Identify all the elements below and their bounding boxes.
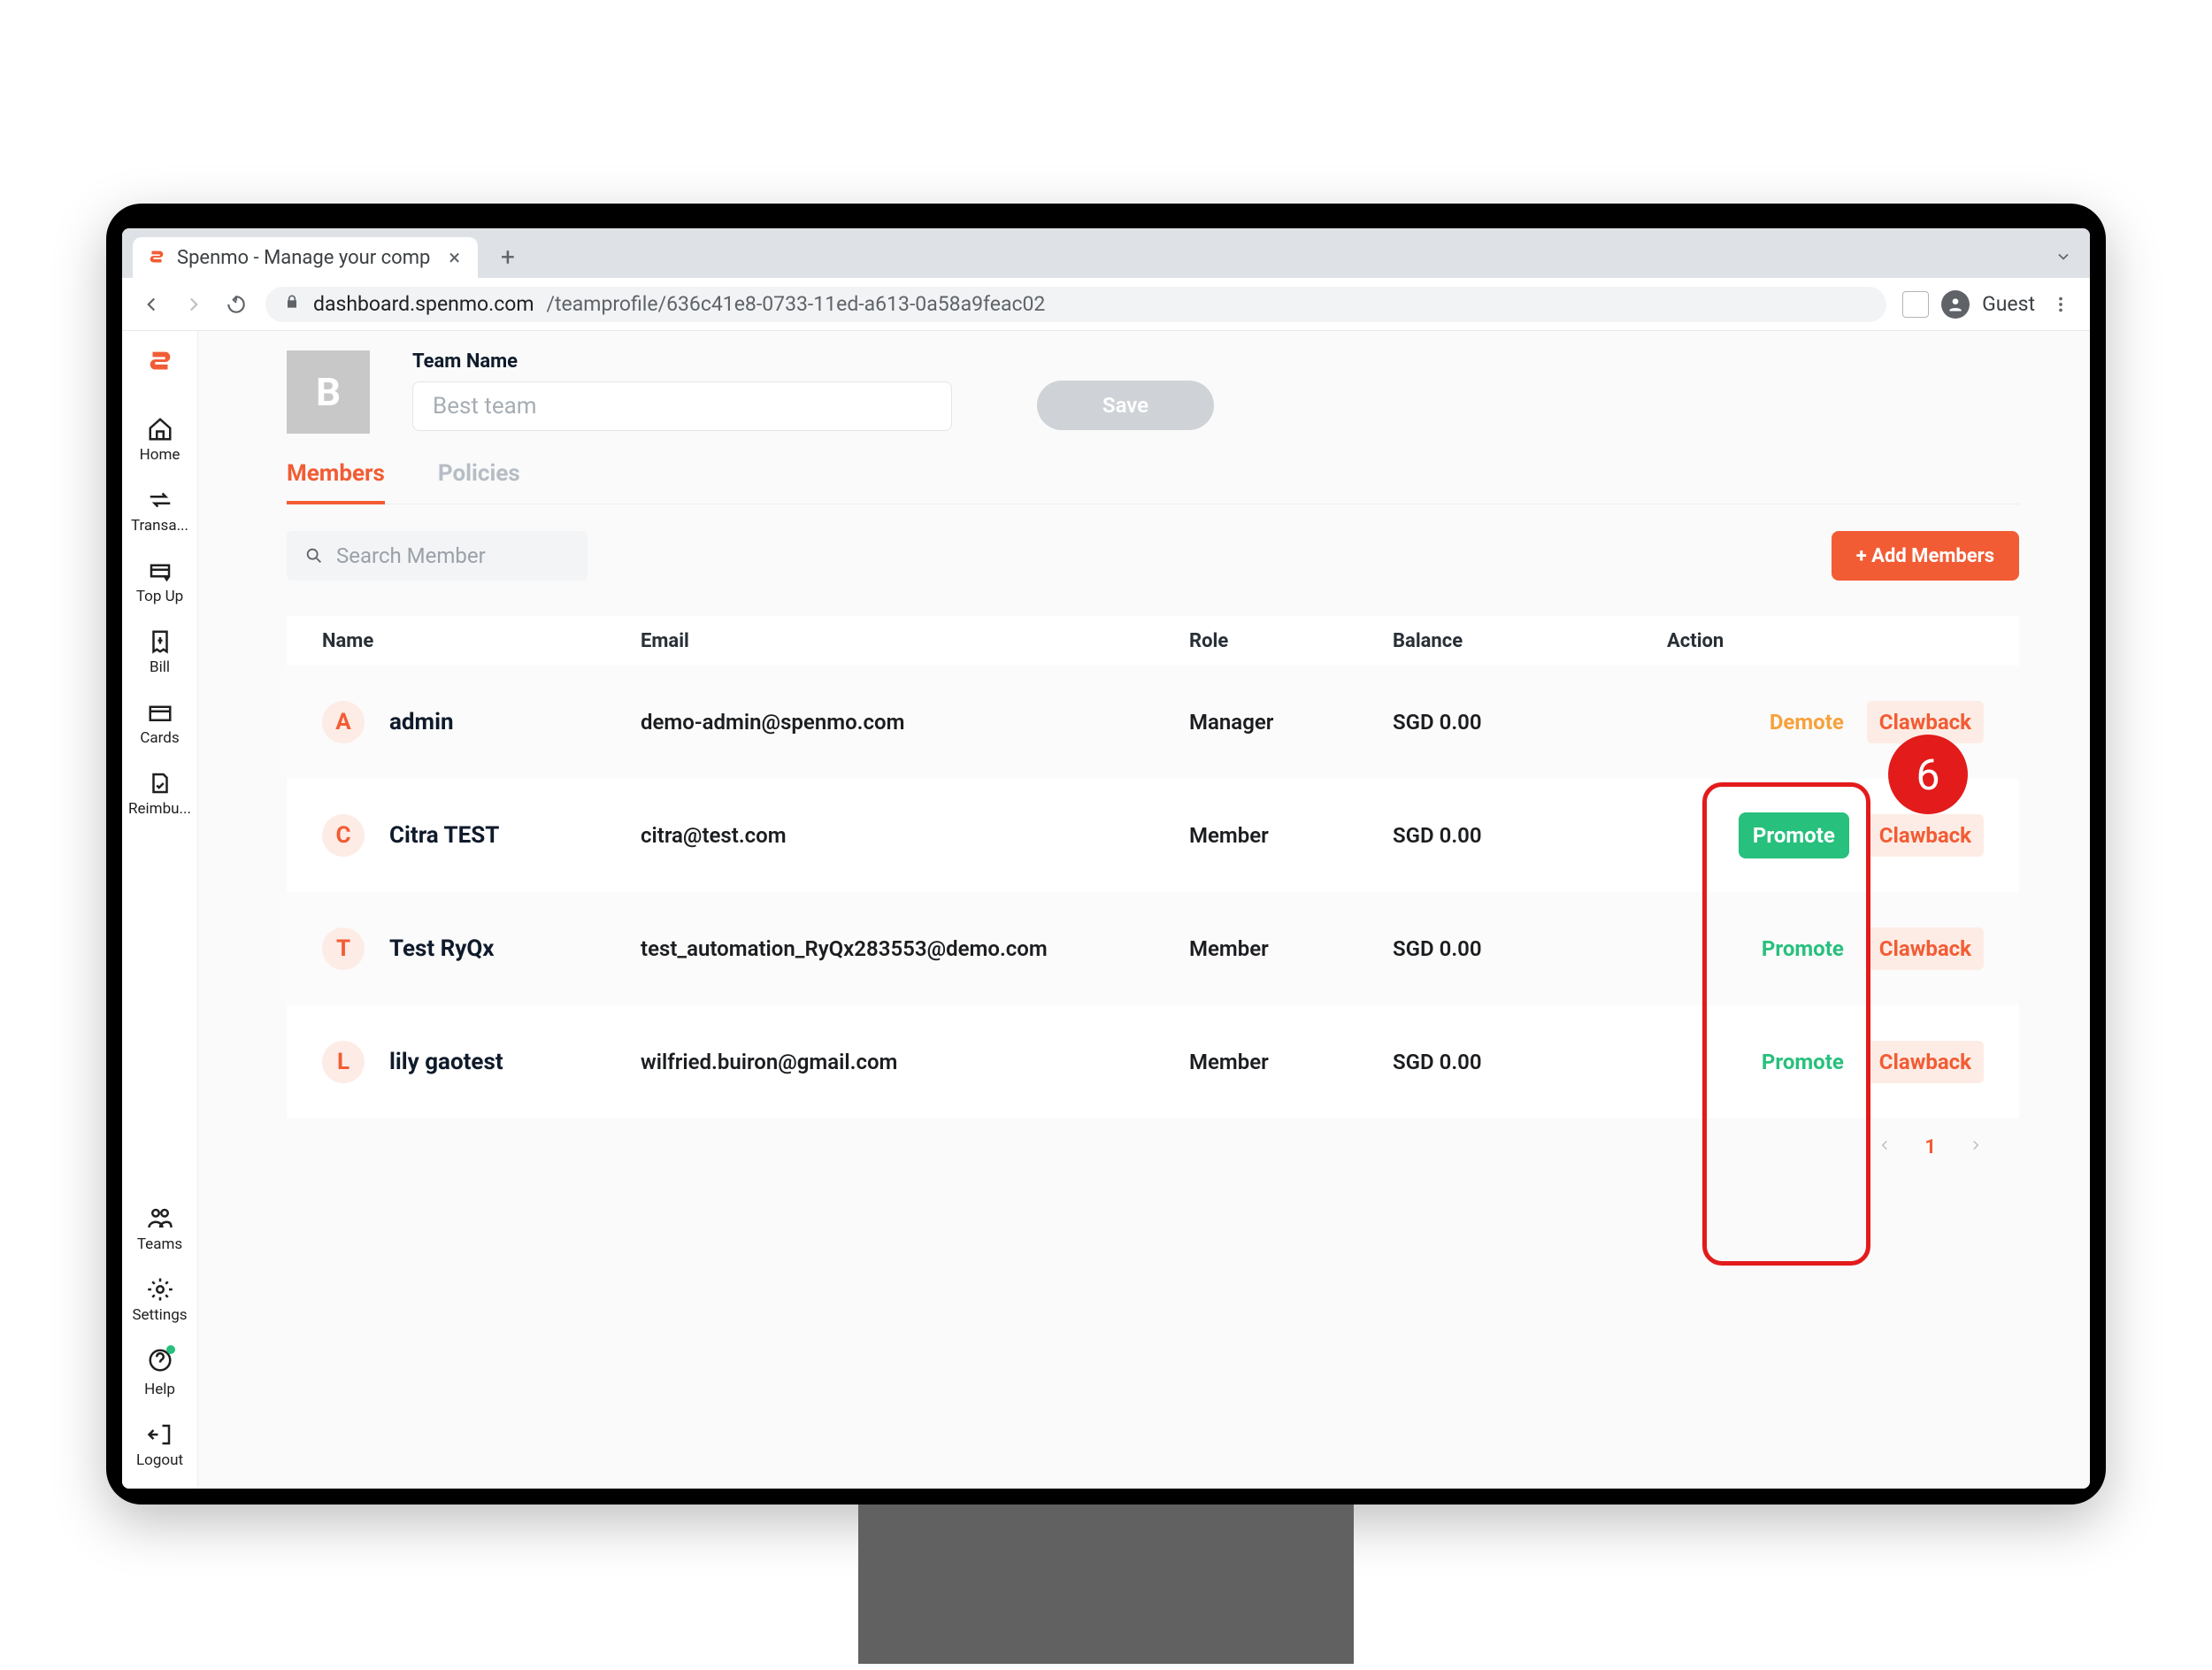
url-host: dashboard.spenmo.com <box>313 292 534 316</box>
team-name-label: Team Name <box>412 350 952 373</box>
search-member-input[interactable]: Search Member <box>287 531 588 581</box>
browser-tab[interactable]: Spenmo - Manage your compa × <box>133 237 478 278</box>
demote-button[interactable]: Demote <box>1764 701 1849 743</box>
sidebar-item-home[interactable]: Home <box>125 416 196 464</box>
sidebar-item-settings[interactable]: Settings <box>125 1276 196 1324</box>
sidebar-item-cards[interactable]: Cards <box>125 699 196 747</box>
promote-button[interactable]: Promote <box>1756 1041 1849 1083</box>
table-row: T Test RyQx test_automation_RyQx283553@dem… <box>287 892 2019 1005</box>
back-icon[interactable] <box>138 291 165 318</box>
col-balance: Balance <box>1393 630 1658 652</box>
clawback-button[interactable]: Clawback <box>1867 814 1984 857</box>
member-avatar: T <box>322 927 365 970</box>
clawback-button[interactable]: Clawback <box>1867 1041 1984 1083</box>
member-balance: SGD 0.00 <box>1393 823 1658 848</box>
spenmo-favicon-icon <box>147 248 166 267</box>
search-icon <box>304 546 324 566</box>
tab-members[interactable]: Members <box>287 460 385 504</box>
search-placeholder: Search Member <box>336 543 486 568</box>
app-sidebar: Home Transa... Top Up Bill <box>122 331 198 1489</box>
sidebar-item-help[interactable]: Help <box>125 1347 196 1398</box>
member-email: citra@test.com <box>641 823 1189 848</box>
sidebar-item-teams[interactable]: Teams <box>125 1205 196 1253</box>
clawback-button[interactable]: Clawback <box>1867 927 1984 970</box>
promote-button[interactable]: Promote <box>1739 812 1849 858</box>
monitor-stand <box>858 1505 1354 1664</box>
pager-prev-icon[interactable] <box>1877 1136 1893 1158</box>
member-balance: SGD 0.00 <box>1393 710 1658 735</box>
member-name: Citra TEST <box>389 822 499 849</box>
member-name: Test RyQx <box>389 935 495 962</box>
members-table: Name Email Role Balance Action Aadmin dem… <box>287 616 2019 1119</box>
sidebar-item-topup[interactable]: Top Up <box>125 558 196 605</box>
pager-next-icon[interactable] <box>1968 1136 1984 1158</box>
new-tab-button[interactable]: + <box>492 241 524 273</box>
lock-icon <box>283 292 301 316</box>
sidebar-item-bill[interactable]: Bill <box>125 628 196 676</box>
table-row: C Citra TEST citra@test.comMemberSGD 0.00 P… <box>287 779 2019 892</box>
save-button[interactable]: Save <box>1037 381 1214 430</box>
member-role: Member <box>1189 823 1393 848</box>
member-avatar: A <box>322 701 365 743</box>
close-icon[interactable]: × <box>449 245 460 270</box>
pager-current: 1 <box>1924 1136 1936 1158</box>
member-name: lily gaotest <box>389 1049 503 1075</box>
member-balance: SGD 0.00 <box>1393 1050 1658 1074</box>
browser-tab-strip: Spenmo - Manage your compa × + <box>122 228 2090 278</box>
add-members-button[interactable]: + Add Members <box>1832 531 2019 581</box>
kebab-menu-icon[interactable] <box>2047 291 2074 318</box>
tab-policies[interactable]: Policies <box>438 460 520 504</box>
spenmo-logo-icon[interactable] <box>145 347 175 381</box>
member-role: Manager <box>1189 710 1393 735</box>
col-email: Email <box>641 630 1189 652</box>
browser-address-bar: dashboard.spenmo.com/teamprofile/636c41e… <box>122 278 2090 331</box>
main-content: B Team Name Save Members Policies <box>198 331 2090 1489</box>
member-email: demo-admin@spenmo.com <box>641 710 1189 735</box>
chevron-down-icon[interactable] <box>2047 241 2079 273</box>
member-role: Member <box>1189 1050 1393 1074</box>
promote-button[interactable]: Promote <box>1756 927 1849 970</box>
member-email: test_automation_RyQx283553@demo.com <box>641 936 1189 961</box>
forward-icon[interactable] <box>180 291 207 318</box>
col-action: Action <box>1658 630 1984 652</box>
member-role: Member <box>1189 936 1393 961</box>
member-balance: SGD 0.00 <box>1393 936 1658 961</box>
member-avatar: L <box>322 1041 365 1083</box>
url-path: /teamprofile/636c41e8-0733-11ed-a613-0a5… <box>547 292 1046 316</box>
member-name: admin <box>389 709 454 735</box>
browser-tab-title: Spenmo - Manage your compa <box>177 247 431 269</box>
profile-avatar-icon[interactable] <box>1941 290 1970 319</box>
col-name: Name <box>322 630 641 652</box>
team-avatar: B <box>287 350 370 434</box>
member-avatar: C <box>322 814 365 857</box>
sidebar-item-logout[interactable]: Logout <box>125 1421 196 1469</box>
table-row: Aadmin demo-admin@spenmo.comManagerSGD 0.… <box>287 666 2019 779</box>
table-row: Llily gaotest wilfried.buiron@gmail.comMe… <box>287 1005 2019 1119</box>
col-role: Role <box>1189 630 1393 652</box>
pagination: 1 <box>287 1136 2019 1158</box>
callout-step-badge: 6 <box>1888 735 1968 814</box>
reload-icon[interactable] <box>223 291 250 318</box>
sidebar-item-transactions[interactable]: Transa... <box>125 487 196 535</box>
member-email: wilfried.buiron@gmail.com <box>641 1050 1189 1074</box>
extensions-icon[interactable] <box>1902 291 1929 318</box>
sidebar-item-reimburse[interactable]: Reimbu... <box>125 770 196 818</box>
guest-label: Guest <box>1982 292 2035 316</box>
address-input[interactable]: dashboard.spenmo.com/teamprofile/636c41e… <box>265 287 1886 322</box>
team-name-input[interactable] <box>412 381 952 431</box>
